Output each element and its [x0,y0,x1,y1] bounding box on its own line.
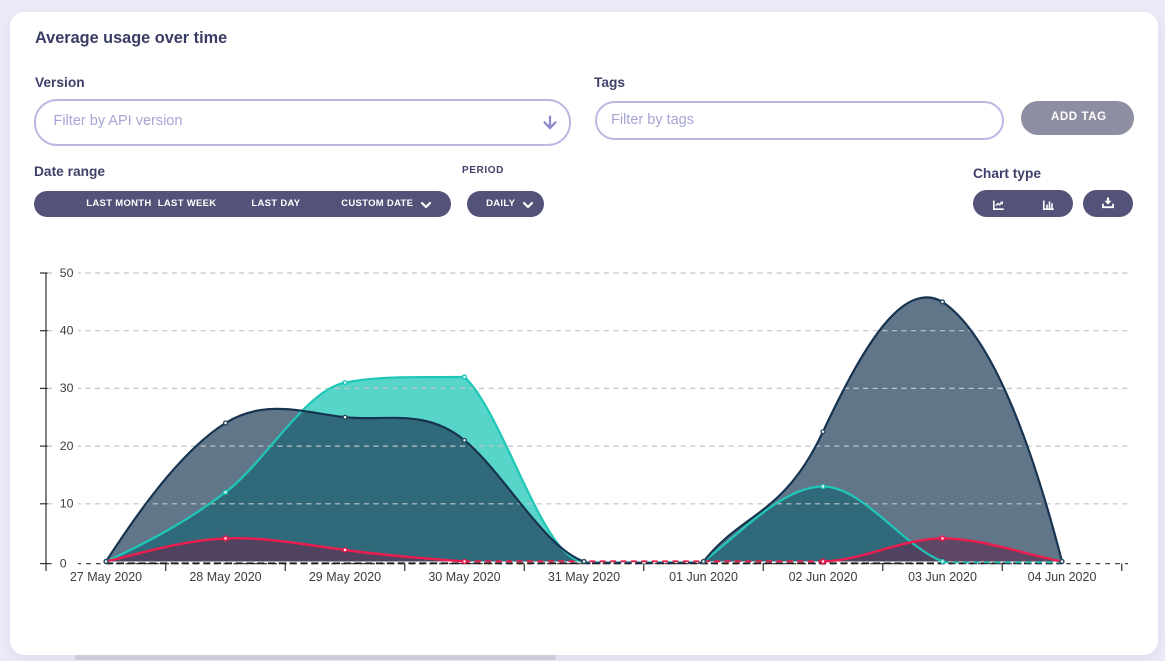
svg-text:10: 10 [60,497,74,511]
svg-text:28 May 2020: 28 May 2020 [189,570,261,584]
svg-text:01 Jun 2020: 01 Jun 2020 [669,570,738,584]
svg-text:20: 20 [60,439,74,453]
svg-text:04 Jun 2020: 04 Jun 2020 [1028,570,1097,584]
svg-text:03 Jun 2020: 03 Jun 2020 [908,570,977,584]
svg-text:0: 0 [60,556,67,570]
svg-text:31 May 2020: 31 May 2020 [548,570,620,584]
svg-text:02 Jun 2020: 02 Jun 2020 [789,570,858,584]
svg-text:29 May 2020: 29 May 2020 [309,570,381,584]
svg-text:30 May 2020: 30 May 2020 [428,570,500,584]
svg-text:40: 40 [60,324,74,338]
svg-text:50: 50 [60,266,74,280]
svg-text:30: 30 [60,381,74,395]
svg-text:27 May 2020: 27 May 2020 [70,570,142,584]
